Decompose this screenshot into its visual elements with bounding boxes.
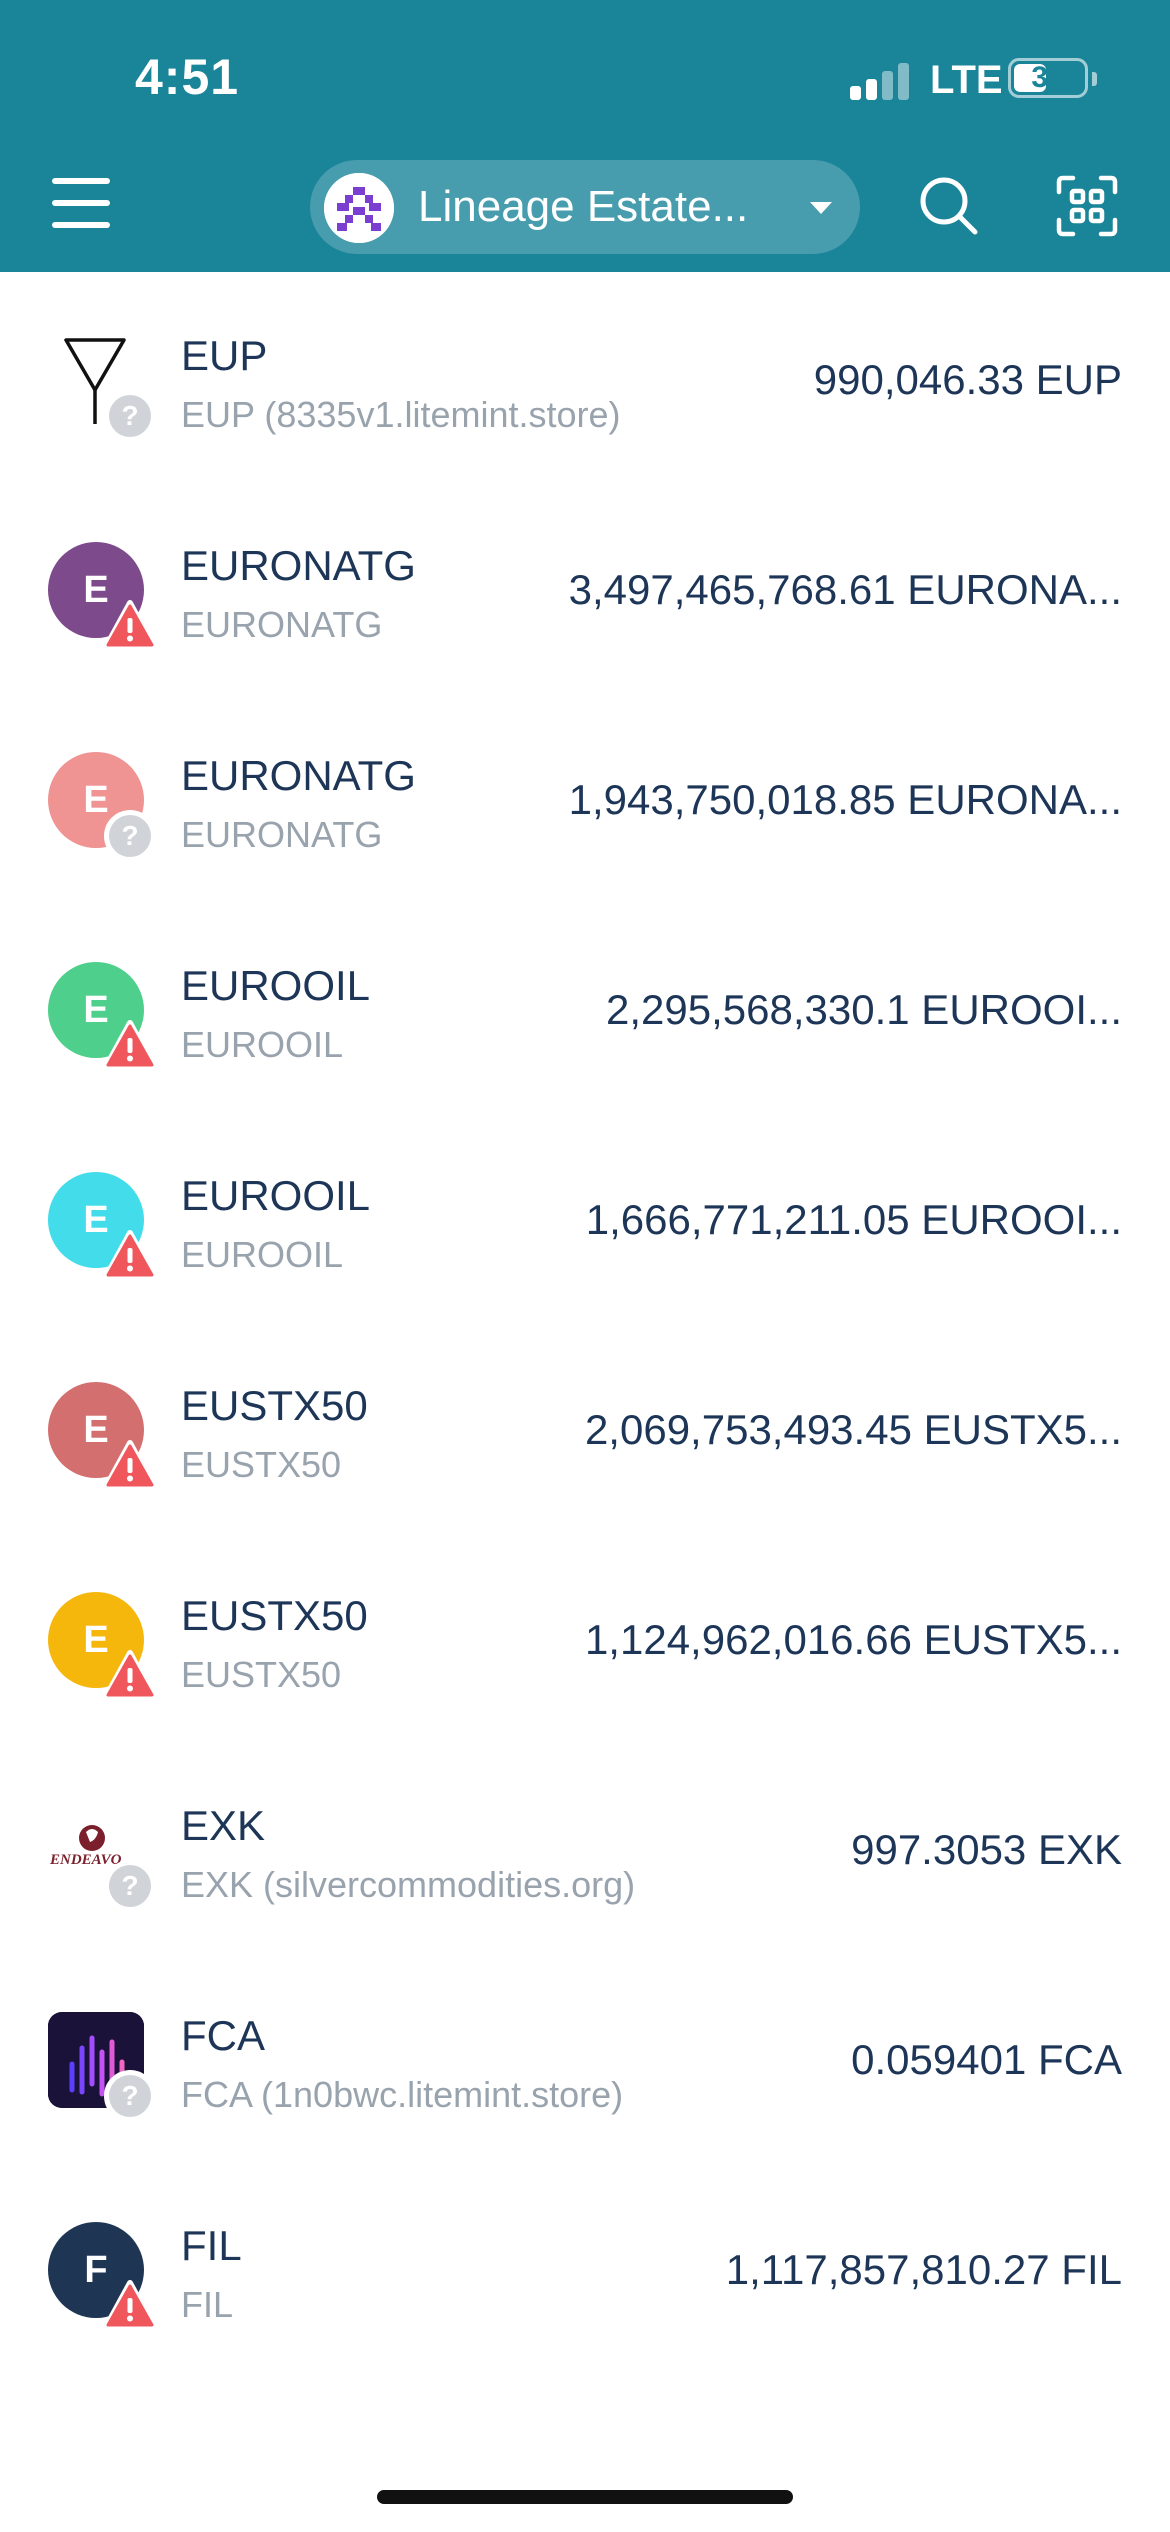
- token-row[interactable]: ENDEAVO? EXK EXK (silvercommodities.org) 99…: [0, 1742, 1170, 1952]
- caret-down-icon: [810, 202, 832, 214]
- token-issuer: EUP (8335v1.litemint.store): [181, 394, 621, 435]
- warning-icon: [103, 1230, 157, 1282]
- token-list: ? EUP EUP (8335v1.litemint.store) 990,046.3…: [0, 272, 1170, 2372]
- token-symbol: FIL: [181, 2222, 242, 2269]
- unknown-asset-icon: ?: [104, 390, 156, 442]
- warning-icon: [103, 1440, 157, 1492]
- warning-icon: [103, 1020, 157, 1072]
- account-avatar: [324, 173, 394, 243]
- token-issuer: EUROOIL: [181, 1234, 344, 1275]
- token-row[interactable]: E EUSTX50 EUSTX50 2,069,753,493.45 EUSTX5..…: [0, 1322, 1170, 1532]
- token-issuer: EUSTX50: [181, 1444, 342, 1485]
- token-symbol: EXK: [181, 1802, 266, 1849]
- unknown-asset-icon: ?: [104, 1860, 156, 1912]
- token-row[interactable]: E EUROOIL EUROOIL 2,295,568,330.1 EUROOI...: [0, 902, 1170, 1112]
- qr-scan-icon[interactable]: [1055, 174, 1119, 238]
- search-icon[interactable]: [915, 172, 981, 238]
- unknown-asset-icon: ?: [104, 810, 156, 862]
- token-balance: 990,046.33 EUP: [813, 356, 1122, 403]
- token-issuer: EURONATG: [181, 814, 383, 855]
- token-row[interactable]: E EURONATG EURONATG 3,497,465,768.61 EURONA…: [0, 482, 1170, 692]
- token-symbol: EUSTX50: [181, 1382, 368, 1429]
- token-symbol: EUP: [181, 332, 268, 379]
- unknown-asset-icon: ?: [104, 2070, 156, 2122]
- token-issuer: EUSTX50: [181, 1654, 342, 1695]
- home-indicator[interactable]: [377, 2490, 793, 2504]
- token-symbol: EUROOIL: [181, 1172, 371, 1219]
- token-row[interactable]: F FIL FIL 1,117,857,810.27 FIL: [0, 2162, 1170, 2372]
- account-selector[interactable]: Lineage Estate...: [310, 160, 860, 254]
- token-issuer: EURONATG: [181, 604, 383, 645]
- token-balance: 3,497,465,768.61 EURONA...: [568, 566, 1122, 613]
- warning-icon: [103, 1650, 157, 1702]
- token-row[interactable]: E EUSTX50 EUSTX50 1,124,962,016.66 EUSTX5..…: [0, 1532, 1170, 1742]
- token-balance: 2,069,753,493.45 EUSTX5...: [584, 1406, 1122, 1453]
- token-symbol: EUROOIL: [181, 962, 371, 1009]
- token-issuer: EXK (silvercommodities.org): [181, 1864, 636, 1905]
- cellular-signal-icon: [850, 60, 914, 100]
- battery-level: 35: [1031, 61, 1065, 94]
- token-balance: 1,124,962,016.66 EUSTX5...: [584, 1616, 1122, 1663]
- token-balance: 1,666,771,211.05 EUROOI...: [585, 1196, 1122, 1243]
- token-row[interactable]: E? EURONATG EURONATG 1,943,750,018.85 EURON…: [0, 692, 1170, 902]
- warning-icon: [103, 600, 157, 652]
- token-issuer: FCA (1n0bwc.litemint.store): [181, 2074, 624, 2115]
- network-type: LTE: [930, 58, 1003, 102]
- token-symbol: EUSTX50: [181, 1592, 368, 1639]
- app-header: 4:51 LTE 35 Lineage Estate...: [0, 0, 1170, 272]
- token-symbol: EURONATG: [181, 542, 416, 589]
- battery-icon: 35: [1008, 58, 1088, 98]
- token-symbol: EURONATG: [181, 752, 416, 799]
- token-balance: 1,943,750,018.85 EURONA...: [568, 776, 1122, 823]
- token-balance: 1,117,857,810.27 FIL: [725, 2246, 1122, 2293]
- svg-text:ENDEAVO: ENDEAVO: [49, 1852, 122, 1868]
- account-name: Lineage Estate...: [418, 182, 749, 231]
- warning-icon: [103, 2280, 157, 2332]
- hamburger-menu-icon[interactable]: [52, 178, 110, 228]
- token-balance: 2,295,568,330.1 EUROOI...: [606, 986, 1122, 1033]
- token-row[interactable]: ? EUP EUP (8335v1.litemint.store) 990,046.3…: [0, 272, 1170, 482]
- token-row[interactable]: E EUROOIL EUROOIL 1,666,771,211.05 EUROOI..…: [0, 1112, 1170, 1322]
- token-issuer: EUROOIL: [181, 1024, 344, 1065]
- token-balance: 997.3053 EXK: [851, 1826, 1122, 1873]
- token-row[interactable]: ? FCA FCA (1n0bwc.litemint.store) 0.059401 …: [0, 1952, 1170, 2162]
- token-symbol: FCA: [181, 2012, 265, 2059]
- token-issuer: FIL: [181, 2284, 234, 2325]
- token-balance: 0.059401 FCA: [851, 2036, 1122, 2083]
- status-time: 4:51: [135, 49, 240, 105]
